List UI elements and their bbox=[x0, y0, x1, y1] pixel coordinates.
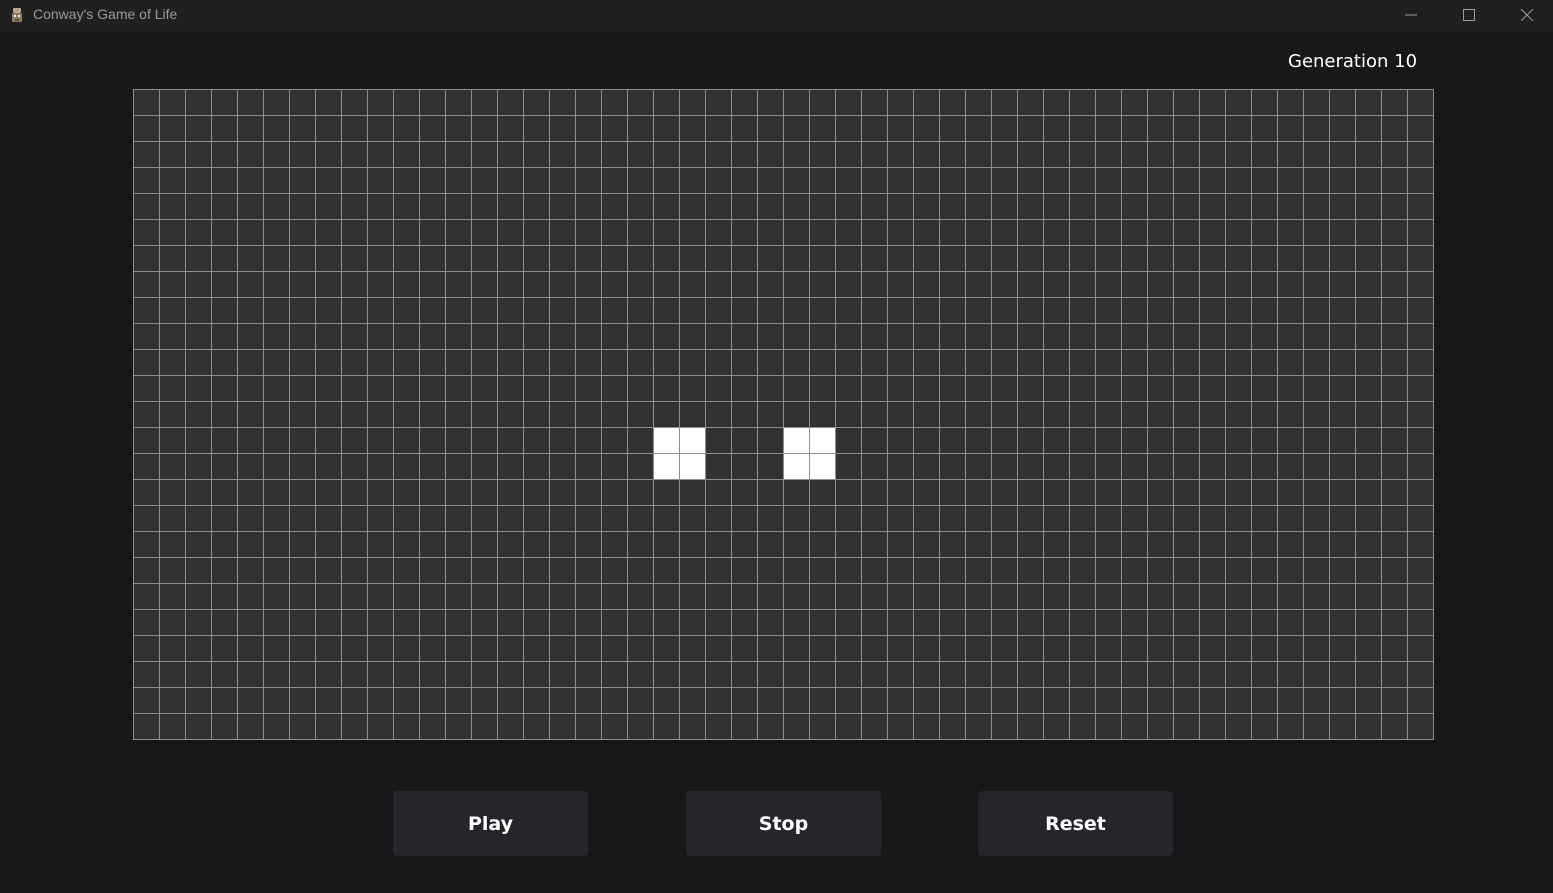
live-cell[interactable] bbox=[810, 454, 835, 479]
maximize-icon bbox=[1463, 9, 1475, 21]
close-button[interactable] bbox=[1498, 0, 1553, 30]
minimize-icon bbox=[1405, 14, 1417, 16]
minimize-button[interactable] bbox=[1382, 0, 1440, 30]
app-icon bbox=[12, 8, 22, 22]
live-cell[interactable] bbox=[680, 454, 705, 479]
live-cell[interactable] bbox=[654, 454, 679, 479]
window-title: Conway's Game of Life bbox=[33, 6, 178, 22]
game-window-content: Generation 10 Play Stop Reset bbox=[0, 32, 1553, 893]
maximize-button[interactable] bbox=[1440, 0, 1498, 30]
live-cell[interactable] bbox=[654, 428, 679, 453]
live-cell[interactable] bbox=[810, 428, 835, 453]
live-cell[interactable] bbox=[784, 428, 809, 453]
generation-counter: Generation 10 bbox=[1288, 51, 1418, 72]
reset-button[interactable]: Reset bbox=[978, 791, 1173, 856]
title-bar: Conway's Game of Life bbox=[0, 0, 1553, 32]
stop-button[interactable]: Stop bbox=[686, 791, 881, 856]
play-button[interactable]: Play bbox=[393, 791, 588, 856]
game-board[interactable] bbox=[133, 89, 1434, 740]
close-icon bbox=[1521, 9, 1533, 21]
live-cell[interactable] bbox=[784, 454, 809, 479]
live-cell[interactable] bbox=[680, 428, 705, 453]
